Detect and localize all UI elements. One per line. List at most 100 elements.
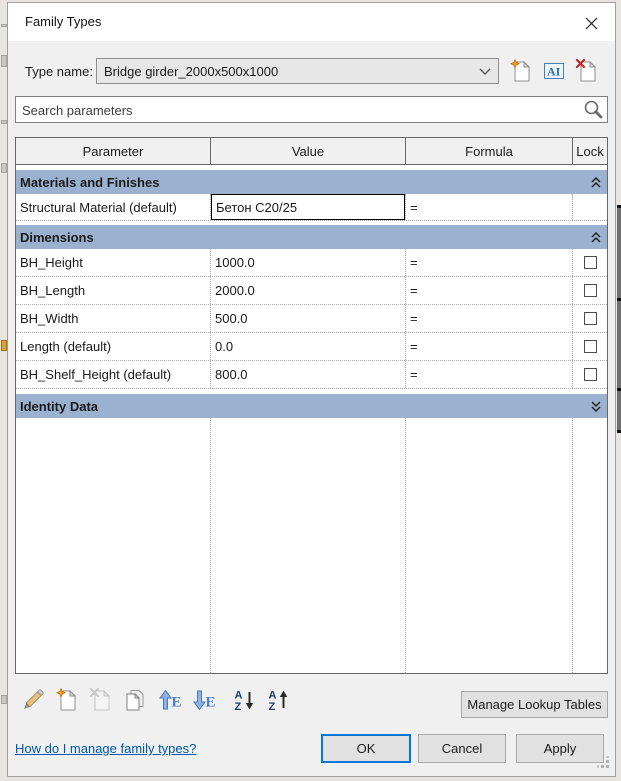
parameter-value[interactable]: 2000.0 [211,277,406,304]
table-header-row: Parameter Value Formula Lock [16,138,607,165]
value-edit-field[interactable]: Бетон C20/25 [211,194,405,220]
delete-parameter-button[interactable] [89,688,113,712]
delete-type-icon [575,59,599,83]
parameter-value[interactable]: 800.0 [211,361,406,388]
cancel-button[interactable]: Cancel [418,734,506,763]
collapse-group-icon[interactable] [591,232,601,243]
new-type-button[interactable] [509,59,533,83]
parameter-name: BH_Width [16,305,211,332]
parameter-formula[interactable]: = [406,361,573,388]
delete-type-button[interactable] [575,59,599,83]
background-fragment [617,298,621,301]
svg-text:Z: Z [235,701,242,712]
duplicate-parameter-button[interactable] [123,688,147,712]
move-parameter-up-button[interactable]: E [157,688,181,712]
svg-text:E: E [206,695,216,711]
group-label: Materials and Finishes [20,175,159,190]
lock-cell [573,333,607,360]
lock-checkbox[interactable] [584,368,597,381]
parameter-value[interactable]: 500.0 [211,305,406,332]
parameter-value[interactable]: 0.0 [211,333,406,360]
svg-text:E: E [172,695,182,711]
parameter-formula[interactable]: = [406,333,573,360]
rename-type-button[interactable]: AI [542,59,566,83]
collapse-group-icon[interactable] [591,177,601,188]
empty-formula-column [406,418,573,673]
parameter-name: BH_Height [16,249,211,276]
chevron-down-icon [479,68,491,76]
parameter-name: Length (default) [16,333,211,360]
table-row: BH_Height 1000.0 = [16,249,607,277]
expand-group-icon[interactable] [591,401,601,412]
rename-type-icon: AI [542,59,566,83]
svg-text:Z: Z [269,701,276,712]
parameter-formula[interactable]: = [406,194,573,220]
parameter-name: Structural Material (default) [16,194,211,220]
close-icon [585,17,598,30]
delete-parameter-icon [89,688,113,712]
lock-cell [573,249,607,276]
column-header-lock[interactable]: Lock [573,138,607,164]
sort-descending-icon: A Z [267,688,291,712]
edit-parameter-icon [21,688,45,712]
apply-button[interactable]: Apply [516,734,604,763]
group-header-identity-data[interactable]: Identity Data [16,394,607,418]
background-fragment [617,430,621,433]
edit-parameter-button[interactable] [21,688,45,712]
new-parameter-icon [55,688,79,712]
lock-checkbox[interactable] [584,284,597,297]
svg-text:A: A [269,690,277,702]
lock-checkbox[interactable] [584,312,597,325]
parameter-name: BH_Length [16,277,211,304]
sort-descending-button[interactable]: A Z [267,688,291,712]
column-header-value[interactable]: Value [211,138,406,164]
lock-cell [573,277,607,304]
family-types-dialog: Family Types Type name: Bridge girder_20… [7,2,616,777]
type-name-select[interactable]: Bridge girder_2000x500x1000 [96,58,499,84]
group-label: Dimensions [20,230,94,245]
close-button[interactable] [579,12,603,34]
group-header-dimensions[interactable]: Dimensions [16,225,607,249]
parameters-table: Parameter Value Formula Lock Materials a… [15,137,608,674]
empty-lock-column [573,418,607,673]
sort-ascending-button[interactable]: A Z [233,688,257,712]
parameter-formula[interactable]: = [406,305,573,332]
type-name-value: Bridge girder_2000x500x1000 [104,64,278,79]
type-name-label: Type name: [25,64,93,79]
table-row: Structural Material (default) Бетон C20/… [16,194,607,221]
help-link[interactable]: How do I manage family types? [15,741,196,756]
sort-ascending-icon: A Z [233,688,257,712]
table-row: Length (default) 0.0 = [16,333,607,361]
svg-text:AI: AI [547,65,561,79]
ok-button[interactable]: OK [321,734,411,763]
move-parameter-down-button[interactable]: E [191,688,215,712]
parameter-toolbar: E E A Z A Z [21,688,291,712]
background-left-sliver [0,0,7,781]
group-label: Identity Data [20,399,98,414]
lock-cell [573,305,607,332]
background-fragment [617,205,621,208]
column-header-formula[interactable]: Formula [406,138,573,164]
column-header-parameter[interactable]: Parameter [16,138,211,164]
parameter-value[interactable]: 1000.0 [211,249,406,276]
move-down-icon: E [191,688,215,712]
move-up-icon: E [157,688,181,712]
parameter-value-cell: Бетон C20/25 [211,194,406,220]
background-fragment [617,388,621,391]
lock-checkbox[interactable] [584,340,597,353]
new-parameter-button[interactable] [55,688,79,712]
table-row: BH_Length 2000.0 = [16,277,607,305]
search-input[interactable] [20,98,576,122]
svg-text:A: A [235,690,243,702]
resize-grip[interactable] [597,756,610,769]
parameter-formula[interactable]: = [406,277,573,304]
table-row: BH_Shelf_Height (default) 800.0 = [16,361,607,389]
empty-parameter-column [16,418,211,673]
manage-lookup-tables-button[interactable]: Manage Lookup Tables [461,691,608,718]
parameter-formula[interactable]: = [406,249,573,276]
parameter-name: BH_Shelf_Height (default) [16,361,211,388]
new-type-icon [509,59,533,83]
lock-checkbox[interactable] [584,256,597,269]
group-header-materials-and-finishes[interactable]: Materials and Finishes [16,170,607,194]
background-right-sliver [617,0,621,781]
